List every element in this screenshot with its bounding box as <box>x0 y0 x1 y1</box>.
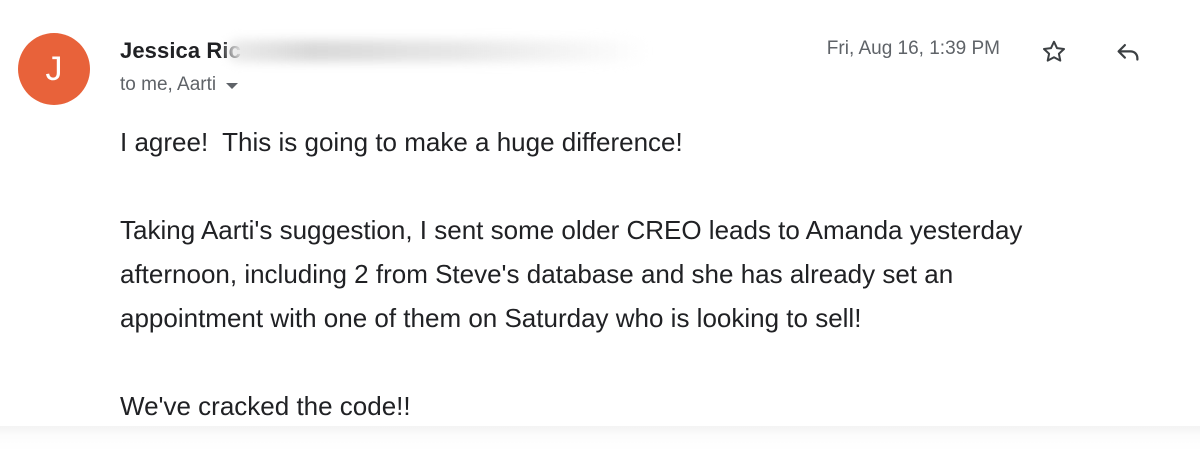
reply-arrow-icon <box>1117 44 1139 61</box>
body-line: appointment with one of them on Saturday… <box>120 303 862 333</box>
star-outline-icon <box>1042 40 1066 62</box>
reply-button[interactable] <box>1110 34 1146 70</box>
caret-down-icon <box>226 83 239 89</box>
sender-row: Jessica Ric <box>120 36 647 66</box>
body-paragraph: We've cracked the code!! <box>120 391 411 421</box>
body-paragraph: I agree! This is going to make a huge di… <box>120 127 683 157</box>
message-date: Fri, Aug 16, 1:39 PM <box>826 38 1000 59</box>
recipients-label: to me, Aarti <box>120 74 217 95</box>
recipients-toggle[interactable]: to me, Aarti <box>120 74 239 96</box>
body-line: afternoon, including 2 from Steve's data… <box>120 259 954 289</box>
sender-avatar[interactable]: J <box>18 33 90 105</box>
avatar-letter: J <box>45 50 63 88</box>
redacted-sender-email <box>226 40 647 62</box>
body-line: Taking Aarti's suggestion, I sent some o… <box>120 215 1023 245</box>
bottom-divider-shadow <box>0 426 1200 451</box>
message-body: I agree! This is going to make a huge di… <box>120 120 1160 428</box>
star-button[interactable] <box>1036 34 1072 70</box>
sender-name[interactable]: Jessica Ric <box>120 38 241 64</box>
